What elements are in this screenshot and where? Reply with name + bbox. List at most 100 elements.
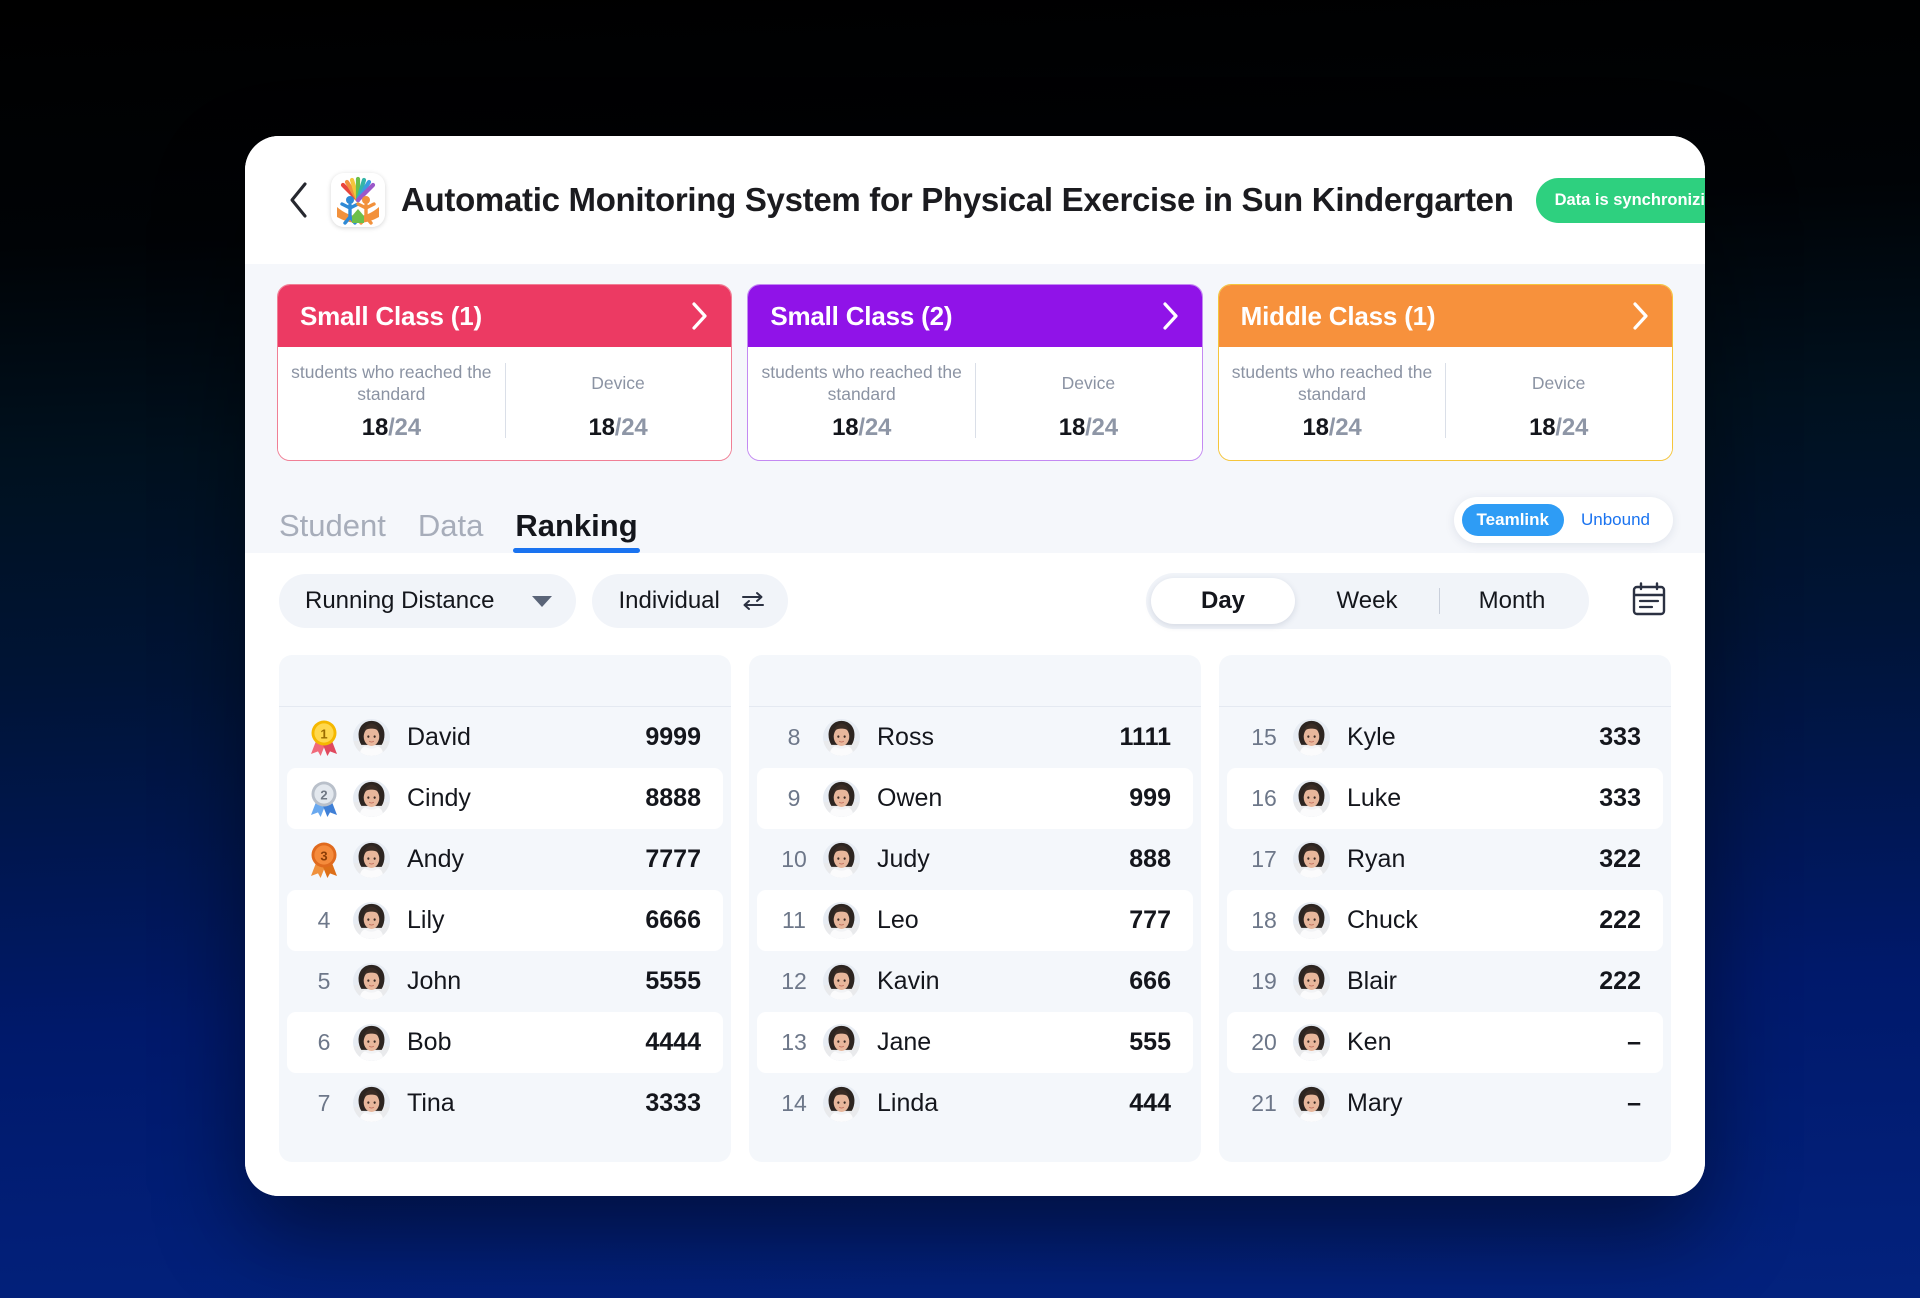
avatar-photo <box>823 1024 860 1062</box>
metric-dropdown-value: Running Distance <box>305 587 495 615</box>
ranking-row[interactable]: 15 Kyle 333 <box>1227 707 1663 768</box>
ranking-row[interactable]: 13 Jane 555 <box>757 1012 1193 1074</box>
ranking-row[interactable]: 12 Kavin 666 <box>757 951 1193 1012</box>
ranking-row[interactable]: 3 Andy 7777 <box>287 829 723 890</box>
mode-switch[interactable]: Individual <box>592 574 788 629</box>
avatar <box>823 902 860 940</box>
period-option-day[interactable]: Day <box>1151 578 1295 625</box>
card-body: students who reached the standard 18/24 … <box>748 347 1202 461</box>
student-score: 9999 <box>645 723 701 752</box>
student-score: 222 <box>1599 967 1641 996</box>
avatar-photo <box>1293 780 1330 818</box>
ranking-row[interactable]: 10 Judy 888 <box>757 829 1193 890</box>
avatar <box>1293 1085 1330 1123</box>
metric-dropdown[interactable]: Running Distance <box>279 574 577 629</box>
calendar-picker-button[interactable] <box>1627 579 1671 623</box>
student-score: 888 <box>1129 845 1171 874</box>
tab-student[interactable]: Student <box>279 510 386 553</box>
stat-label: students who reached the standard <box>291 362 492 405</box>
class-card-middle-class-1[interactable]: Middle Class (1) students who reached th… <box>1217 284 1673 462</box>
stat-value-total: /24 <box>1555 414 1589 441</box>
stat-value-num: 18 <box>832 414 859 442</box>
rank-number: 6 <box>317 1029 331 1056</box>
rank-number: 11 <box>782 907 806 934</box>
student-name: John <box>407 967 462 996</box>
student-name: Owen <box>877 784 943 813</box>
ranking-row[interactable]: 6 Bob 4444 <box>287 1012 723 1074</box>
stat-label: students who reached the standard <box>1231 362 1433 405</box>
ranking-row[interactable]: 18 Chuck 222 <box>1227 890 1663 952</box>
student-score: 1111 <box>1119 723 1171 752</box>
card-title: Small Class (1) <box>300 300 482 331</box>
rank-number: 18 <box>1251 907 1277 934</box>
title-bar: Automatic Monitoring System for Physical… <box>245 136 1705 264</box>
stat-device: Device 18/24 <box>504 361 732 442</box>
stat-value: 18/24 <box>1529 414 1588 442</box>
chevron-right-icon[interactable] <box>1630 300 1652 332</box>
card-header: Small Class (1) <box>278 285 732 347</box>
ranking-row[interactable]: 21 Mary – <box>1227 1073 1663 1134</box>
student-score: – <box>1627 1028 1641 1057</box>
avatar-photo <box>823 780 860 818</box>
student-name: Kyle <box>1347 723 1396 752</box>
class-card-small-class-1[interactable]: Small Class (1) students who reached the… <box>277 284 733 462</box>
ranking-row[interactable]: 11 Leo 777 <box>757 890 1193 952</box>
ranking-row[interactable]: 2 Cindy 8888 <box>287 768 723 830</box>
ranking-row[interactable]: 14 Linda 444 <box>757 1073 1193 1134</box>
ranking-row[interactable]: 5 John 5555 <box>287 951 723 1012</box>
toggle-option-teamlink[interactable]: Teamlink <box>1461 504 1564 537</box>
stat-label: Device <box>1531 372 1586 393</box>
student-score: 3333 <box>645 1089 701 1118</box>
stat-value-total: /24 <box>858 414 892 442</box>
avatar <box>353 963 390 1001</box>
ranking-row[interactable]: 1 David 9999 <box>287 707 723 768</box>
ranking-row[interactable]: 16 Luke 333 <box>1227 768 1663 830</box>
stat-value: 18/24 <box>362 414 421 442</box>
student-name: Mary <box>1347 1089 1403 1118</box>
chevron-right-icon[interactable] <box>689 300 711 332</box>
ranking-row[interactable]: 19 Blair 222 <box>1227 951 1663 1012</box>
student-name: Leo <box>877 906 919 935</box>
stat-device: Device 18/24 <box>1445 361 1672 442</box>
stat-label: Device <box>591 372 645 393</box>
sync-status-label: Data is synchronizing… <box>1554 190 1705 209</box>
ranking-row[interactable]: 4 Lily 6666 <box>287 890 723 952</box>
student-score: 333 <box>1599 784 1641 813</box>
back-button[interactable] <box>279 176 319 224</box>
rank-number: 7 <box>317 1090 331 1117</box>
stat-value-num: 18 <box>588 414 615 441</box>
student-name: Ken <box>1347 1028 1392 1057</box>
calendar-icon <box>1630 580 1668 623</box>
ranking-row[interactable]: 8 Ross 1111 <box>757 707 1193 768</box>
rank-medal: 2 <box>301 779 347 819</box>
sync-status-badge[interactable]: Data is synchronizing… <box>1535 177 1705 223</box>
stat-students-reached: students who reached the standard 18/24 <box>278 361 505 442</box>
period-option-month[interactable]: Month <box>1440 578 1584 624</box>
avatar-photo <box>1293 963 1330 1001</box>
avatar-photo <box>1293 902 1330 940</box>
svg-text:1: 1 <box>320 726 327 741</box>
student-score: 7777 <box>645 845 701 874</box>
chevron-right-icon[interactable] <box>1160 300 1182 332</box>
ranking-row[interactable]: 9 Owen 999 <box>757 768 1193 830</box>
ranking-row[interactable]: 17 Ryan 322 <box>1227 829 1663 890</box>
tab-data[interactable]: Data <box>418 510 483 553</box>
tab-ranking[interactable]: Ranking <box>513 510 640 554</box>
avatar-photo <box>823 719 860 757</box>
avatar-photo <box>353 719 390 757</box>
ranking-row[interactable]: 7 Tina 3333 <box>287 1073 723 1134</box>
student-name: Cindy <box>407 784 471 813</box>
period-option-week[interactable]: Week <box>1295 578 1439 624</box>
card-body: students who reached the standard 18/24 … <box>278 347 732 461</box>
toggle-option-unbound[interactable]: Unbound <box>1566 504 1665 536</box>
avatar-photo <box>1293 841 1330 879</box>
class-card-small-class-2[interactable]: Small Class (2) students who reached the… <box>747 284 1203 462</box>
avatar <box>823 780 860 818</box>
ranking-row[interactable]: 20 Ken – <box>1227 1012 1663 1074</box>
avatar-photo <box>353 780 390 818</box>
stat-students-reached: students who reached the standard 18/24 <box>748 361 975 442</box>
ranking-area: 1 David 9999 2 Cindy 8888 3 Andy 7777 4 Lily 6666 5 J… <box>245 649 1705 1196</box>
svg-text:3: 3 <box>320 848 327 863</box>
student-name: Lily <box>407 906 445 935</box>
student-score: 777 <box>1129 906 1171 935</box>
